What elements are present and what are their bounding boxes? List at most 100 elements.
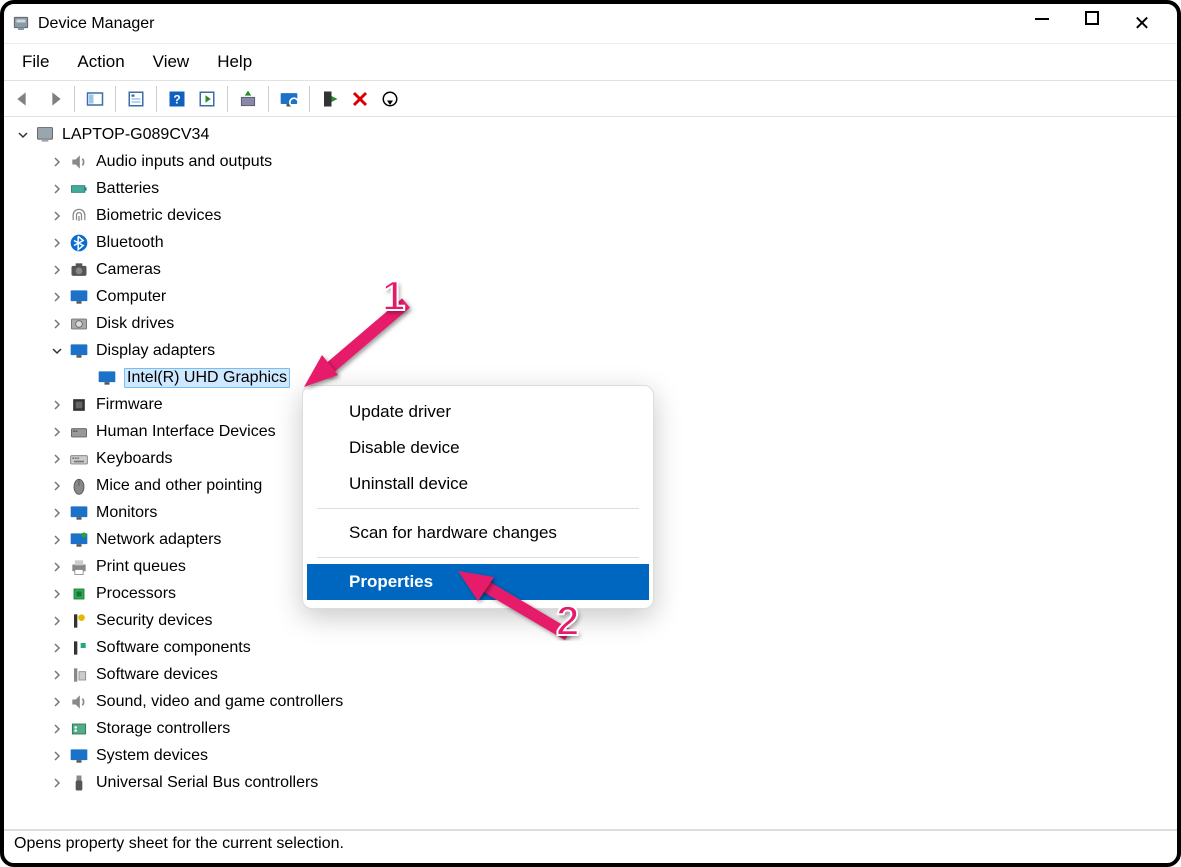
menu-action[interactable]: Action <box>65 48 136 76</box>
svg-text:?: ? <box>173 92 180 106</box>
display-adapter-icon <box>96 367 118 389</box>
ctx-properties[interactable]: Properties <box>307 564 649 600</box>
chevron-right-icon[interactable] <box>48 450 66 468</box>
context-menu: Update driver Disable device Uninstall d… <box>302 385 654 609</box>
fingerprint-icon <box>68 205 90 227</box>
ctx-disable-device[interactable]: Disable device <box>309 430 647 466</box>
chevron-right-icon[interactable] <box>48 531 66 549</box>
chevron-right-icon[interactable] <box>48 612 66 630</box>
chevron-right-icon[interactable] <box>48 153 66 171</box>
cpu-icon <box>68 583 90 605</box>
chevron-right-icon[interactable] <box>48 234 66 252</box>
tree-item-disk[interactable]: Disk drives <box>4 310 1177 337</box>
chevron-right-icon[interactable] <box>48 288 66 306</box>
action-button[interactable] <box>193 86 221 112</box>
chevron-down-icon[interactable] <box>14 126 32 144</box>
window-title: Device Manager <box>38 15 155 33</box>
system-device-icon <box>68 745 90 767</box>
network-icon <box>68 529 90 551</box>
maximize-button[interactable] <box>1081 11 1103 36</box>
monitor-icon <box>68 286 90 308</box>
bluetooth-icon <box>68 232 90 254</box>
minimize-button[interactable] <box>1031 11 1053 36</box>
usb-icon <box>68 772 90 794</box>
tree-item-biometric[interactable]: Biometric devices <box>4 202 1177 229</box>
chevron-right-icon[interactable] <box>48 477 66 495</box>
device-tree[interactable]: LAPTOP-G089CV34 Audio inputs and outputs… <box>4 117 1177 830</box>
display-adapter-icon <box>68 340 90 362</box>
chevron-right-icon[interactable] <box>48 666 66 684</box>
chip-icon <box>68 394 90 416</box>
chevron-right-icon[interactable] <box>48 504 66 522</box>
scan-hardware-button[interactable] <box>275 86 303 112</box>
help-button[interactable]: ? <box>163 86 191 112</box>
ctx-uninstall-device[interactable]: Uninstall device <box>309 466 647 502</box>
chevron-right-icon[interactable] <box>48 774 66 792</box>
context-menu-separator <box>317 508 639 509</box>
chevron-right-icon[interactable] <box>48 207 66 225</box>
security-icon <box>68 610 90 632</box>
chevron-down-icon[interactable] <box>48 342 66 360</box>
tree-item-computer[interactable]: Computer <box>4 283 1177 310</box>
tree-root-computer[interactable]: LAPTOP-G089CV34 <box>4 121 1177 148</box>
chevron-right-icon[interactable] <box>48 180 66 198</box>
menu-file[interactable]: File <box>10 48 61 76</box>
software-device-icon <box>68 664 90 686</box>
menu-view[interactable]: View <box>141 48 202 76</box>
speaker-icon <box>68 151 90 173</box>
enable-device-button[interactable] <box>316 86 344 112</box>
hid-icon <box>68 421 90 443</box>
app-icon <box>12 15 30 33</box>
status-bar: Opens property sheet for the current sel… <box>4 830 1177 860</box>
battery-icon <box>68 178 90 200</box>
tree-item-usb[interactable]: Universal Serial Bus controllers <box>4 769 1177 796</box>
menu-help[interactable]: Help <box>205 48 264 76</box>
context-menu-separator <box>317 557 639 558</box>
show-hide-tree-button[interactable] <box>81 86 109 112</box>
status-text: Opens property sheet for the current sel… <box>14 835 344 852</box>
chevron-right-icon[interactable] <box>48 720 66 738</box>
tree-item-sound[interactable]: Sound, video and game controllers <box>4 688 1177 715</box>
computer-icon <box>34 124 56 146</box>
disable-device-button[interactable] <box>376 86 404 112</box>
close-button[interactable]: ✕ <box>1131 11 1153 36</box>
tree-item-swcomp[interactable]: Software components <box>4 634 1177 661</box>
tree-item-display[interactable]: Display adapters <box>4 337 1177 364</box>
ctx-update-driver[interactable]: Update driver <box>309 394 647 430</box>
chevron-right-icon[interactable] <box>48 747 66 765</box>
chevron-right-icon[interactable] <box>48 261 66 279</box>
chevron-right-icon[interactable] <box>48 639 66 657</box>
update-driver-button[interactable] <box>234 86 262 112</box>
tree-item-storage[interactable]: Storage controllers <box>4 715 1177 742</box>
tree-item-cameras[interactable]: Cameras <box>4 256 1177 283</box>
tree-root-label: LAPTOP-G089CV34 <box>62 126 209 144</box>
chevron-right-icon[interactable] <box>48 693 66 711</box>
title-bar: Device Manager ✕ <box>4 4 1177 44</box>
keyboard-icon <box>68 448 90 470</box>
sound-icon <box>68 691 90 713</box>
chevron-right-icon[interactable] <box>48 396 66 414</box>
disk-icon <box>68 313 90 335</box>
chevron-right-icon[interactable] <box>48 585 66 603</box>
mouse-icon <box>68 475 90 497</box>
chevron-right-icon[interactable] <box>48 558 66 576</box>
tree-item-swdev[interactable]: Software devices <box>4 661 1177 688</box>
selected-device-label: Intel(R) UHD Graphics <box>124 368 290 388</box>
tree-item-security[interactable]: Security devices <box>4 607 1177 634</box>
tree-item-bluetooth[interactable]: Bluetooth <box>4 229 1177 256</box>
properties-button[interactable] <box>122 86 150 112</box>
forward-button[interactable] <box>40 86 68 112</box>
back-button[interactable] <box>10 86 38 112</box>
chevron-right-icon[interactable] <box>48 315 66 333</box>
ctx-scan-hardware[interactable]: Scan for hardware changes <box>309 515 647 551</box>
printer-icon <box>68 556 90 578</box>
camera-icon <box>68 259 90 281</box>
storage-controller-icon <box>68 718 90 740</box>
monitor-icon <box>68 502 90 524</box>
tree-item-audio[interactable]: Audio inputs and outputs <box>4 148 1177 175</box>
chevron-right-icon[interactable] <box>48 423 66 441</box>
tree-item-system[interactable]: System devices <box>4 742 1177 769</box>
uninstall-device-button[interactable] <box>346 86 374 112</box>
tree-item-batteries[interactable]: Batteries <box>4 175 1177 202</box>
software-component-icon <box>68 637 90 659</box>
